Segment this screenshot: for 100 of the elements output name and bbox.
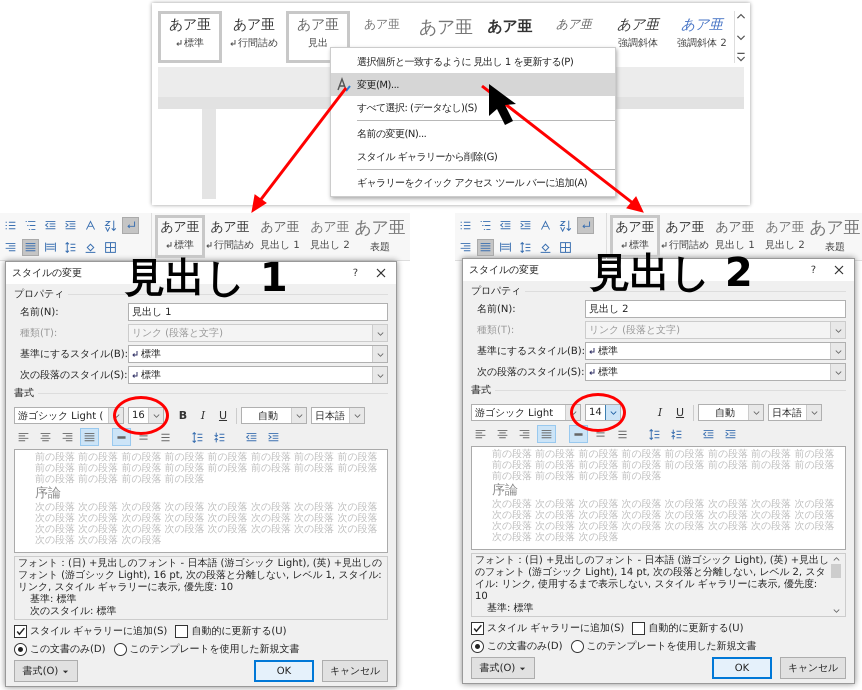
paint-bucket-icon bbox=[84, 241, 97, 254]
style-gallery-item[interactable]: あア亜 表題 bbox=[355, 215, 405, 258]
preview-text: 前の段落 前の段落 前の段落 前の段落 bbox=[492, 471, 663, 482]
style-gallery-item[interactable]: あア亜 行間詰め bbox=[205, 215, 255, 258]
checkbox[interactable] bbox=[175, 624, 188, 638]
caret-icon bbox=[62, 668, 70, 674]
radio-button[interactable] bbox=[471, 640, 484, 652]
ok-button[interactable]: OK bbox=[254, 660, 314, 682]
return-mark-icon bbox=[589, 369, 595, 375]
text-field[interactable]: 見出し 2 bbox=[585, 300, 846, 318]
menu-item[interactable]: すべて選択: (データなし)(S) bbox=[331, 96, 615, 122]
field-label: 次の段落のスタイル(S): bbox=[477, 366, 585, 379]
radio-button[interactable] bbox=[114, 642, 127, 656]
style-gallery-item[interactable]: あア亜 強調斜体 2 bbox=[670, 11, 734, 63]
style-gallery-item[interactable]: あア亜 見出し 2 bbox=[305, 215, 355, 258]
dropdown[interactable]: 標準 bbox=[585, 363, 846, 381]
font-dropdown[interactable]: 游ゴシック Light bbox=[471, 404, 581, 421]
language-dropdown[interactable]: 日本語 bbox=[768, 404, 822, 421]
field-label: 基準にするスタイル(B): bbox=[477, 344, 585, 358]
menu-item[interactable]: ギャラリーをクイック アクセス ツール バーに追加(A) bbox=[331, 171, 615, 194]
preview-text: 前の段落 前の段落 前の段落 前の段落 bbox=[35, 474, 206, 485]
more-icon[interactable] bbox=[735, 51, 747, 63]
radio-label: このテンプレートを使用した新規文書 bbox=[130, 642, 300, 656]
style-gallery-item[interactable]: あア亜 見出し 1 bbox=[255, 215, 305, 258]
check-icon bbox=[472, 622, 483, 634]
section-heading: プロパティ bbox=[471, 284, 521, 298]
preview-text: 次の段落 次の段落 次の段落 bbox=[492, 532, 620, 543]
return-mark-icon bbox=[166, 242, 172, 248]
radio-label: この文書のみ(D) bbox=[487, 640, 563, 653]
menu-item[interactable]: 変更(M)... bbox=[331, 73, 615, 96]
style-gallery-item[interactable]: あア亜 標準 bbox=[158, 11, 222, 63]
justify-icon bbox=[479, 241, 492, 254]
close-icon[interactable] bbox=[834, 265, 844, 275]
field-label: 名前(N): bbox=[20, 306, 60, 319]
checkbox[interactable] bbox=[632, 622, 646, 634]
cancel-button[interactable]: キャンセル bbox=[322, 660, 388, 682]
font-size-dropdown[interactable]: 16 bbox=[128, 407, 164, 424]
description-text: フォント：(日) +見出しのフォント - 日本語 (游ゴシック Light), (英) +見出しのフォント (游ゴシック Light), 16 pt, 次の段落と分離しない, レベル 1, スタイル: リンク, スタイル ギャラリーに表示, 優先度: 10 bbox=[18, 558, 384, 594]
section-heading: プロパティ bbox=[14, 288, 64, 301]
font-dropdown[interactable]: 游ゴシック Light ( bbox=[14, 407, 124, 424]
single-spacing-button[interactable] bbox=[112, 428, 131, 446]
italic-button[interactable]: I bbox=[194, 407, 212, 424]
borders-icon bbox=[559, 241, 572, 254]
field-label: 基準にするスタイル(B): bbox=[20, 348, 128, 361]
preview-text: 次の段落 次の段落 次の段落 bbox=[35, 535, 162, 546]
return-arrow-button[interactable] bbox=[122, 217, 139, 234]
radio-button[interactable] bbox=[14, 642, 27, 656]
justify-button[interactable] bbox=[22, 239, 39, 256]
checkbox[interactable] bbox=[14, 624, 27, 638]
decrease-spacing-icon bbox=[670, 428, 683, 440]
field-label: 種類(T): bbox=[20, 326, 58, 340]
language-dropdown[interactable]: 日本語 bbox=[311, 407, 365, 424]
dropdown[interactable]: 標準 bbox=[128, 345, 388, 363]
justify-button[interactable] bbox=[80, 428, 99, 446]
help-button[interactable]: ? bbox=[810, 264, 816, 276]
style-gallery-item[interactable]: あア亜 見出し 2 bbox=[760, 215, 810, 258]
dropdown[interactable]: 標準 bbox=[585, 342, 846, 360]
italic-button[interactable]: I bbox=[651, 404, 669, 421]
menu-item[interactable]: スタイル ギャラリーから削除(G) bbox=[331, 145, 615, 171]
cancel-button[interactable]: キャンセル bbox=[780, 657, 846, 679]
outdent-icon bbox=[499, 219, 512, 232]
style-gallery-item[interactable]: あア亜 行間詰め bbox=[222, 11, 286, 63]
menu-item[interactable]: 名前の変更(N)... bbox=[331, 122, 615, 145]
line-spacing-icon bbox=[64, 241, 77, 254]
dialog-title: スタイルの変更 bbox=[469, 264, 539, 277]
style-gallery-item[interactable]: あア亜 標準 bbox=[155, 215, 205, 258]
return-arrow-button[interactable] bbox=[577, 217, 594, 234]
format-button[interactable]: 書式(O) bbox=[471, 657, 535, 679]
preview-text: 次の段落 次の段落 次の段落 次の段落 次の段落 次の段落 次の段落 次の段落 bbox=[35, 524, 378, 535]
letter-a-icon bbox=[84, 219, 97, 232]
underline-button[interactable]: U bbox=[671, 404, 689, 421]
checkbox-label: スタイル ギャラリーに追加(S) bbox=[487, 622, 624, 635]
bold-button[interactable]: B bbox=[174, 407, 192, 424]
underline-button[interactable]: U bbox=[214, 407, 232, 424]
borders-button[interactable] bbox=[557, 239, 574, 256]
format-button[interactable]: 書式(O) bbox=[14, 660, 78, 682]
dropdown[interactable]: 標準 bbox=[128, 366, 388, 384]
preview-text: 前の段落 前の段落 前の段落 前の段落 前の段落 前の段落 前の段落 前の段落 bbox=[35, 452, 378, 463]
scrollbar[interactable] bbox=[830, 555, 842, 615]
single-spacing-button[interactable] bbox=[569, 425, 588, 443]
color-dropdown[interactable]: 自動 bbox=[241, 407, 307, 424]
preview-text: 前の段落 前の段落 前の段落 前の段落 前の段落 前の段落 前の段落 前の段落 bbox=[492, 460, 836, 471]
borders-button[interactable] bbox=[102, 239, 119, 256]
preview-heading: 序論 bbox=[492, 483, 519, 498]
preview-text: 次の段落 次の段落 次の段落 次の段落 次の段落 次の段落 次の段落 次の段落 bbox=[492, 510, 836, 521]
align-center-icon bbox=[39, 430, 52, 444]
text-field[interactable]: 見出し 1 bbox=[128, 303, 388, 321]
radio-button[interactable] bbox=[570, 640, 584, 652]
style-gallery-item[interactable]: あア亜 表題 bbox=[810, 215, 860, 258]
letter-a-icon bbox=[539, 219, 552, 232]
help-button[interactable]: ? bbox=[352, 268, 358, 278]
color-dropdown[interactable]: 自動 bbox=[698, 404, 764, 421]
justify-button[interactable] bbox=[477, 239, 494, 256]
checkbox[interactable] bbox=[471, 622, 484, 634]
close-icon[interactable] bbox=[376, 268, 386, 278]
paint-bucket-icon bbox=[539, 241, 552, 254]
cursor-icon bbox=[489, 84, 516, 125]
font-size-dropdown[interactable]: 14 bbox=[585, 404, 621, 421]
justify-button[interactable] bbox=[537, 425, 556, 443]
ok-button[interactable]: OK bbox=[712, 657, 772, 679]
